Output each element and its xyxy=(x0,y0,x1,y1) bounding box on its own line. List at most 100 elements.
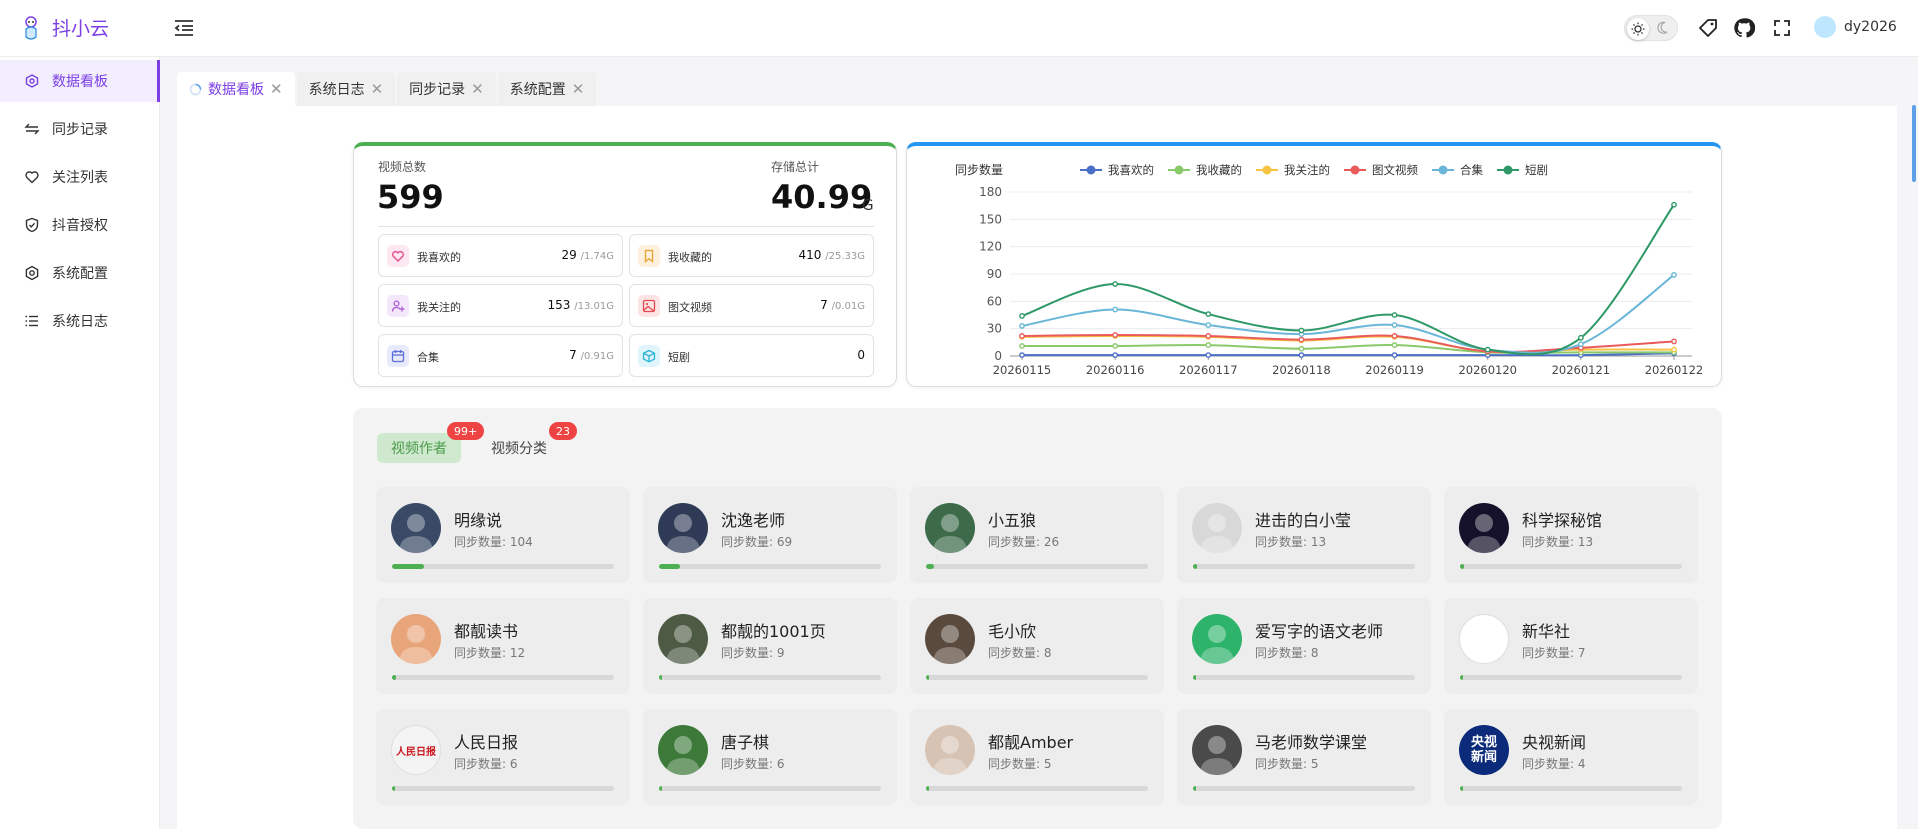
person-avatar-icon xyxy=(658,503,708,553)
x-tick-label: 20260116 xyxy=(1086,363,1145,377)
legend-label: 短剧 xyxy=(1525,163,1548,177)
tab-label: 视频作者 xyxy=(391,441,447,457)
author-card[interactable]: 明缘说 同步数量: 104 xyxy=(376,487,630,583)
sidebar-item-follow[interactable]: 关注列表 xyxy=(0,156,160,198)
sidebar-item-auth[interactable]: 抖音授权 xyxy=(0,204,160,246)
data-point xyxy=(1391,312,1398,318)
legend-marker xyxy=(1174,165,1184,175)
author-card[interactable]: 小五狼 同步数量: 26 xyxy=(910,487,1164,583)
author-progress-bar xyxy=(1460,675,1682,680)
tab-video-categories[interactable]: 视频分类 xyxy=(477,433,561,463)
legend-label: 我喜欢的 xyxy=(1108,163,1154,177)
author-name: 马老师数学课堂 xyxy=(1255,733,1368,752)
theme-toggle[interactable] xyxy=(1624,15,1678,41)
tag-icon[interactable] xyxy=(1697,17,1719,39)
data-point xyxy=(1019,323,1025,329)
author-name: 唐子棋 xyxy=(721,733,770,752)
author-progress-bar xyxy=(1460,564,1682,569)
x-tick-label: 20260118 xyxy=(1272,363,1331,377)
user-menu[interactable]: dy2026 xyxy=(1814,16,1897,38)
person-avatar-icon xyxy=(391,503,441,553)
stat-label: 我关注的 xyxy=(417,301,461,314)
data-point xyxy=(1298,352,1305,358)
close-icon[interactable]: ✕ xyxy=(572,80,585,98)
author-card[interactable]: 马老师数学课堂 同步数量: 5 xyxy=(1177,709,1431,805)
author-card[interactable]: 毛小欣 同步数量: 8 xyxy=(910,598,1164,694)
tab-video-authors[interactable]: 视频作者 xyxy=(377,433,461,463)
author-name: 科学探秘馆 xyxy=(1522,511,1603,530)
data-point xyxy=(1391,352,1398,358)
fullscreen-icon[interactable] xyxy=(1771,17,1793,39)
sidebar-item-label: 抖音授权 xyxy=(52,218,108,234)
x-tick-label: 20260117 xyxy=(1179,363,1238,377)
x-tick-label: 20260115 xyxy=(993,363,1052,377)
legend-marker xyxy=(1350,165,1360,175)
y-tick-label: 180 xyxy=(979,185,1002,199)
author-card[interactable]: 央视 新闻 央视新闻 同步数量: 4 xyxy=(1444,709,1698,805)
stat-image-video[interactable]: 图文视频 7 /0.01G xyxy=(629,284,874,327)
tab-system-log[interactable]: 系统日志 ✕ xyxy=(296,72,396,106)
data-point xyxy=(1577,341,1584,348)
author-sync-count: 同步数量: 12 xyxy=(454,646,526,660)
stat-liked[interactable]: 我喜欢的 29 /1.74G xyxy=(378,234,623,277)
github-icon[interactable] xyxy=(1733,17,1755,39)
author-progress-fill xyxy=(659,675,662,680)
data-point xyxy=(1577,334,1584,341)
bookmark-icon xyxy=(638,245,660,267)
stat-collection[interactable]: 合集 7 /0.91G xyxy=(378,334,623,377)
author-progress-bar xyxy=(1193,675,1415,680)
author-card[interactable]: 沈逸老师 同步数量: 69 xyxy=(643,487,897,583)
tab-bar: 数据看板 ✕ 系统日志 ✕ 同步记录 ✕ 系统配置 ✕ xyxy=(177,72,597,106)
tab-sync-records[interactable]: 同步记录 ✕ xyxy=(397,72,496,106)
person-avatar-icon xyxy=(658,725,708,775)
author-sync-count: 同步数量: 7 xyxy=(1522,646,1586,660)
author-card[interactable]: 新华社 同步数量: 7 xyxy=(1444,598,1698,694)
data-point xyxy=(1112,352,1119,358)
author-card[interactable]: 都靓的1001页 同步数量: 9 xyxy=(643,598,897,694)
app-logo[interactable]: 抖小云 xyxy=(20,14,109,41)
calendar-icon xyxy=(387,345,409,367)
sidebar-item-sync[interactable]: 同步记录 xyxy=(0,108,160,150)
person-avatar-icon xyxy=(925,725,975,775)
page-scrollbar[interactable] xyxy=(1912,105,1916,182)
tab-dashboard[interactable]: 数据看板 ✕ xyxy=(177,72,295,106)
stat-following[interactable]: 我关注的 153 /13.01G xyxy=(378,284,623,327)
author-card[interactable]: 唐子棋同步数量: 6 xyxy=(643,709,897,805)
series-line xyxy=(1022,352,1675,357)
author-card[interactable]: 人民日报 人民日报 同步数量: 6 xyxy=(376,709,630,805)
heart-icon xyxy=(387,245,409,267)
author-progress-bar xyxy=(926,786,1148,791)
author-name: 小五狼 xyxy=(988,511,1037,530)
sidebar-item-config[interactable]: 系统配置 xyxy=(0,252,160,294)
author-progress-bar xyxy=(659,675,881,680)
author-card[interactable]: 都靓Amber 同步数量: 5 xyxy=(910,709,1164,805)
tab-system-config[interactable]: 系统配置 ✕ xyxy=(497,72,597,106)
sidebar-item-dashboard[interactable]: 数据看板 xyxy=(0,60,160,102)
author-card[interactable]: 都靓读书 同步数量: 12 xyxy=(376,598,630,694)
stat-short-drama[interactable]: 短剧 0 xyxy=(629,334,874,377)
loading-icon xyxy=(189,83,202,95)
author-sync-count: 同步数量: 6 xyxy=(454,757,518,771)
author-progress-fill xyxy=(926,675,929,680)
menu-collapse-icon[interactable] xyxy=(173,18,195,38)
close-icon[interactable]: ✕ xyxy=(471,80,484,98)
sidebar-item-label: 同步记录 xyxy=(52,122,108,138)
total-videos-value: 599 xyxy=(377,178,444,216)
stat-favorites[interactable]: 我收藏的 410 /25.33G xyxy=(629,234,874,277)
user-plus-icon xyxy=(387,295,409,317)
sidebar-item-log[interactable]: 系统日志 xyxy=(0,300,160,342)
author-progress-fill xyxy=(392,564,425,569)
legend-label: 图文视频 xyxy=(1372,163,1418,177)
close-icon[interactable]: ✕ xyxy=(371,80,384,98)
legend-label: 我收藏的 xyxy=(1196,163,1242,177)
author-card[interactable]: 科学探秘馆 同步数量: 13 xyxy=(1444,487,1698,583)
person-avatar-icon xyxy=(1192,725,1242,775)
list-icon xyxy=(25,315,38,327)
data-point xyxy=(1205,352,1212,358)
author-name: 央视新闻 xyxy=(1522,733,1587,752)
author-card[interactable]: 进击的白小莹 同步数量: 13 xyxy=(1177,487,1431,583)
author-card[interactable]: 爱写字的语文老师 同步数量: 8 xyxy=(1177,598,1431,694)
app-title: 抖小云 xyxy=(52,18,110,40)
author-sync-count: 同步数量: 6 xyxy=(721,757,785,771)
close-icon[interactable]: ✕ xyxy=(270,80,283,98)
